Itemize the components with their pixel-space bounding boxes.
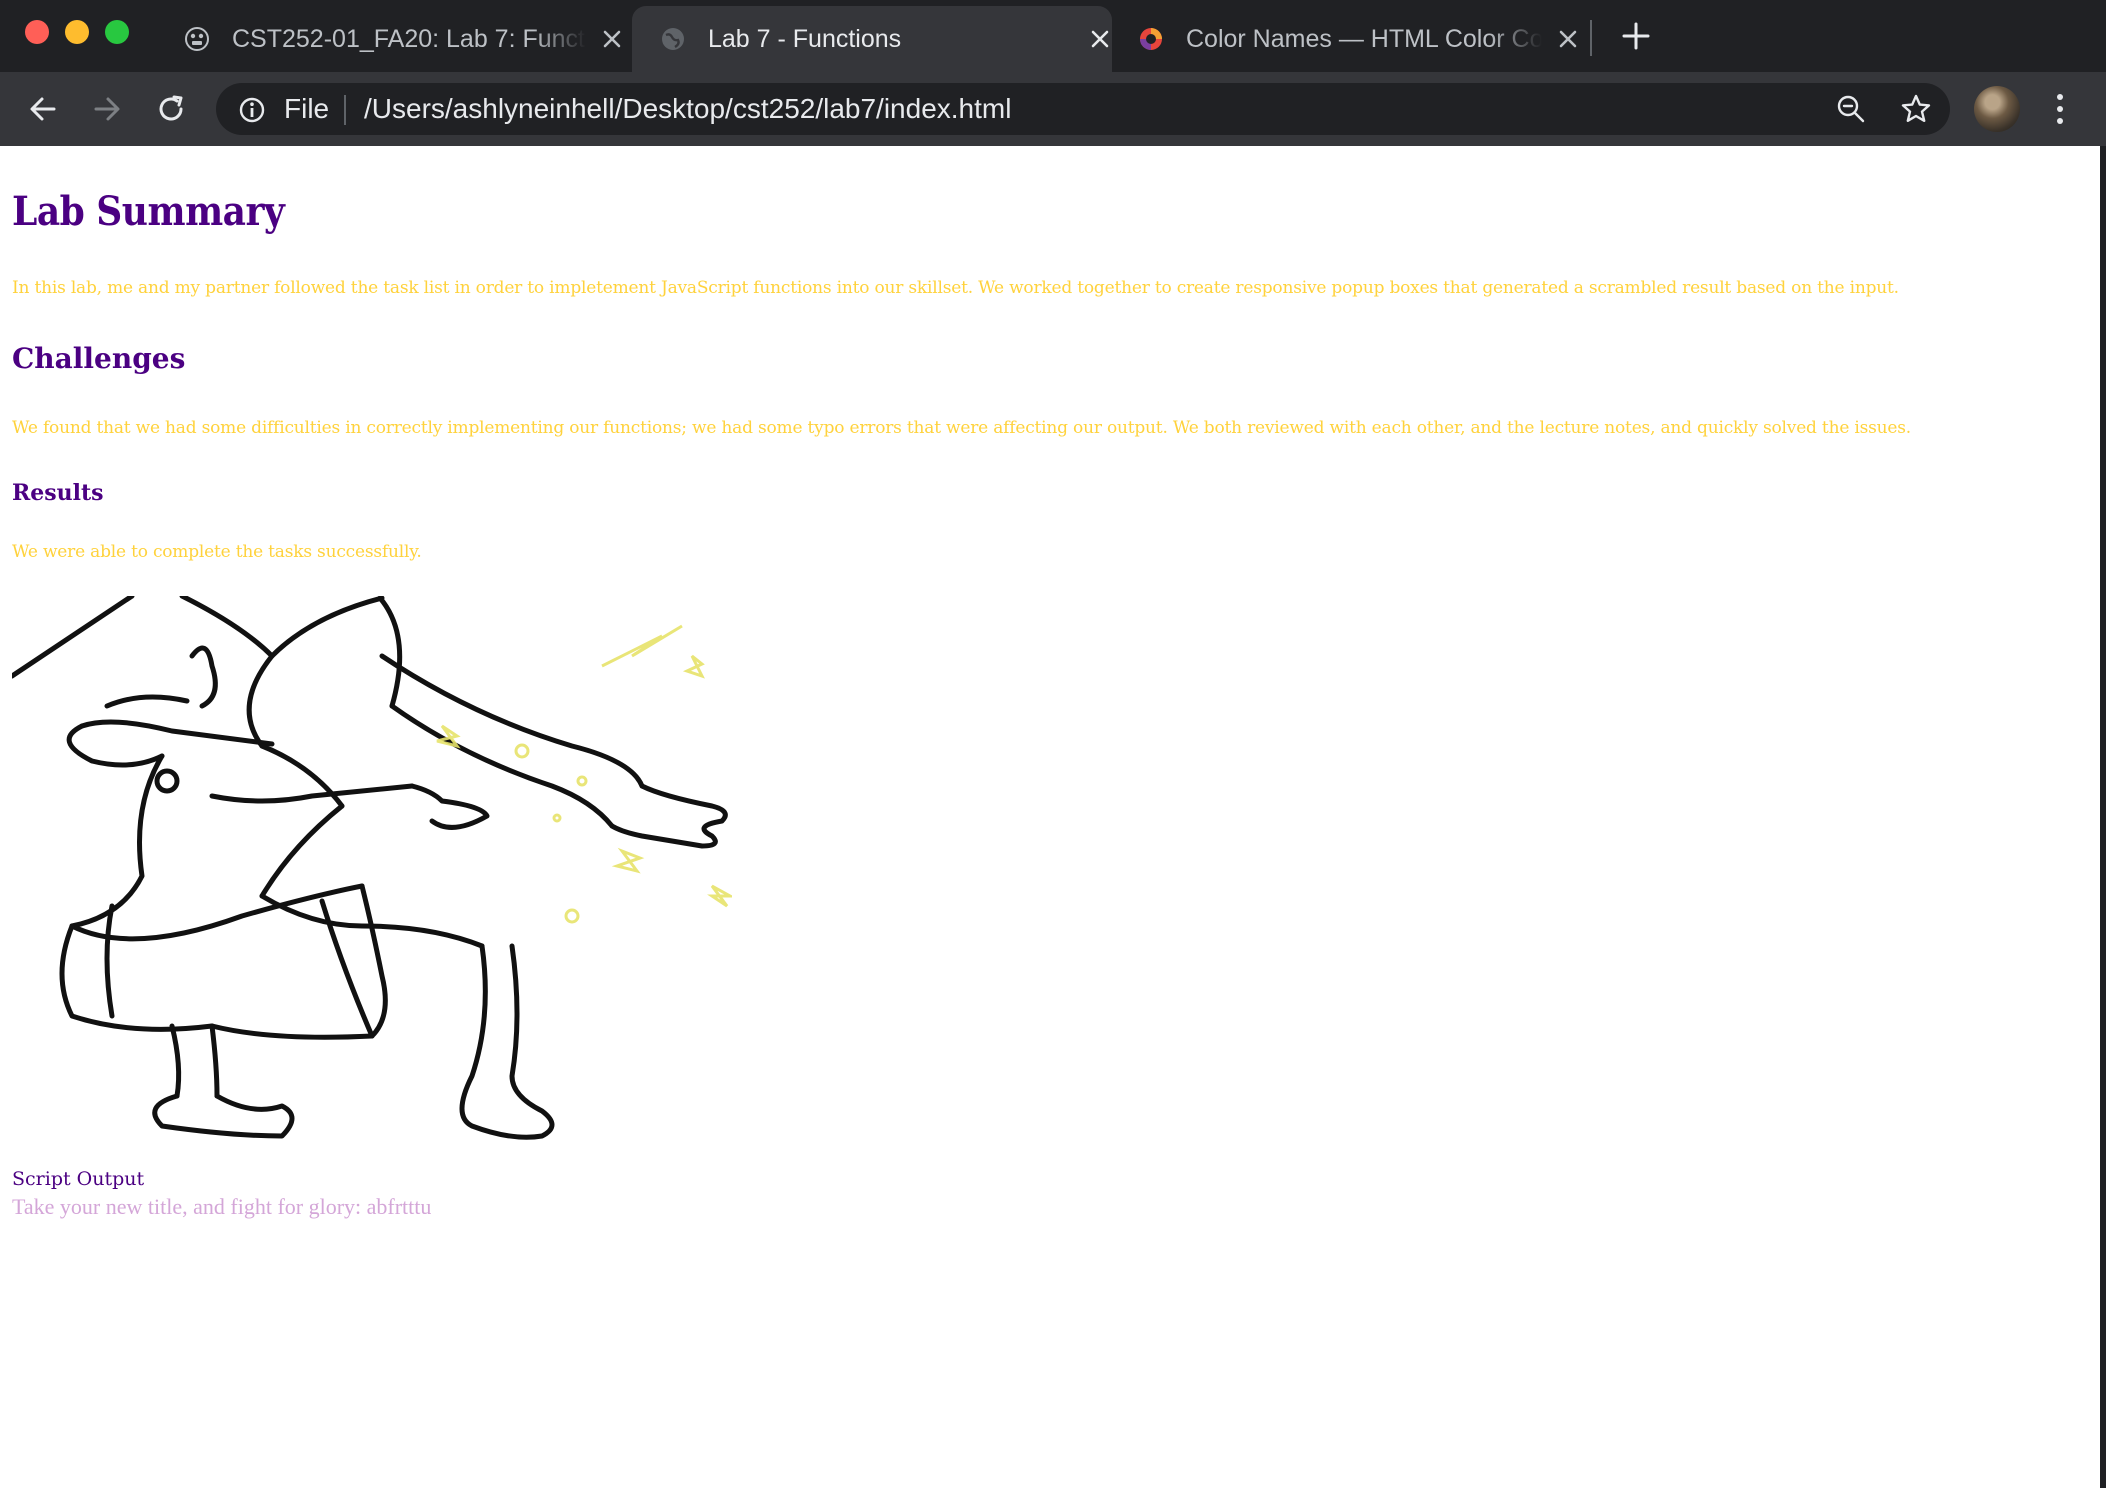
page-viewport: Lab Summary In this lab, me and my partn… [0, 146, 2100, 1488]
tab-title: Color Names — HTML Color Co [1186, 24, 1542, 53]
tab-lab7-functions[interactable]: Lab 7 - Functions [632, 6, 1112, 72]
scheme-label: File [284, 93, 330, 124]
zoom-out-icon[interactable] [1836, 94, 1866, 124]
page-title: Lab Summary [12, 188, 285, 235]
close-icon[interactable] [1088, 27, 1112, 51]
tab-strip: CST252-01_FA20: Lab 7: Functi Lab 7 - Fu… [0, 0, 2106, 72]
canvas-favicon-icon [185, 27, 209, 51]
bookmark-star-icon[interactable] [1900, 93, 1932, 125]
address-bar[interactable]: File /Users/ashlyneinhell/Desktop/cst252… [216, 83, 1950, 135]
results-heading: Results [12, 480, 104, 506]
challenges-heading: Challenges [12, 342, 186, 375]
tab-title: Lab 7 - Functions [708, 24, 902, 53]
url-text[interactable]: /Users/ashlyneinhell/Desktop/cst252/lab7… [364, 93, 1011, 125]
close-icon[interactable] [600, 27, 624, 51]
browser-toolbar: File /Users/ashlyneinhell/Desktop/cst252… [0, 72, 2106, 146]
witch-drawing-image [12, 596, 732, 1160]
summary-paragraph: In this lab, me and my partner followed … [12, 278, 1899, 298]
tab-title: CST252-01_FA20: Lab 7: Functi [232, 24, 586, 53]
new-tab-plus-icon[interactable] [1618, 18, 1654, 54]
tab-color-names[interactable]: Color Names — HTML Color Co [1138, 6, 1580, 72]
kebab-menu-icon[interactable] [2050, 90, 2070, 128]
omnibox-separator [344, 95, 346, 125]
results-paragraph: We were able to complete the tasks succe… [12, 542, 422, 562]
tab-canvas-lab[interactable]: CST252-01_FA20: Lab 7: Functi [184, 6, 624, 72]
profile-avatar[interactable] [1974, 86, 2020, 132]
close-icon[interactable] [1556, 27, 1580, 51]
color-wheel-favicon-icon [1140, 28, 1162, 50]
window-right-edge [2100, 146, 2106, 1488]
window-close-button[interactable] [25, 20, 49, 44]
script-output-label: Script Output [12, 1168, 145, 1190]
back-arrow-icon[interactable] [26, 92, 60, 126]
info-icon[interactable] [238, 96, 266, 124]
window-maximize-button[interactable] [105, 20, 129, 44]
forward-arrow-icon[interactable] [90, 92, 124, 126]
reload-icon[interactable] [154, 92, 188, 126]
challenges-paragraph: We found that we had some difficulties i… [12, 418, 1912, 438]
globe-icon [662, 28, 684, 50]
tab-separator [1590, 20, 1592, 56]
script-output-text: Take your new title, and fight for glory… [12, 1194, 432, 1219]
window-minimize-button[interactable] [65, 20, 89, 44]
